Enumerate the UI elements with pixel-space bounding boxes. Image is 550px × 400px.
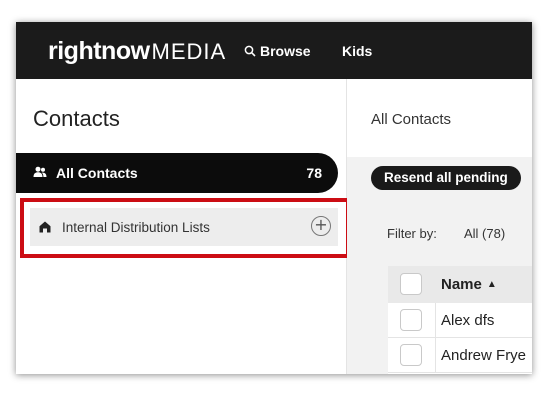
filter-label: Filter by: xyxy=(387,226,437,241)
highlight-box: Internal Distribution Lists + xyxy=(20,198,350,258)
sidebar-item-internal-distribution-lists[interactable]: Internal Distribution Lists + xyxy=(30,208,338,246)
filter-dropdown[interactable]: All (78) xyxy=(464,226,505,241)
search-icon xyxy=(244,45,256,57)
sort-ascending-icon: ▲ xyxy=(486,279,497,290)
contacts-count: 78 xyxy=(306,165,322,181)
logo-strong-text: rightnow xyxy=(48,37,150,65)
column-divider xyxy=(435,303,436,338)
logo-light-text: MEDIA xyxy=(151,39,227,64)
top-navigation: rightnowMEDIA Browse Kids xyxy=(16,22,532,79)
select-all-checkbox[interactable] xyxy=(400,273,422,295)
table-row[interactable]: Alex dfs xyxy=(388,303,532,338)
nav-browse-label: Browse xyxy=(260,43,311,59)
nav-kids[interactable]: Kids xyxy=(342,43,372,59)
main-body: Resend all pending Filter by: All (78) N… xyxy=(347,157,532,374)
contact-name: Andrew Frye xyxy=(441,347,527,364)
column-divider xyxy=(435,338,436,373)
home-icon xyxy=(39,221,51,233)
sidebar-item-label: All Contacts xyxy=(56,165,138,181)
table-header: Name ▲ xyxy=(388,266,532,303)
table-row[interactable]: Andrew Frye xyxy=(388,338,532,373)
app-window: rightnowMEDIA Browse Kids Contacts All C… xyxy=(16,22,532,374)
people-icon xyxy=(33,166,47,177)
sidebar-item-all-contacts[interactable]: All Contacts 78 xyxy=(16,153,338,193)
name-column-header[interactable]: Name ▲ xyxy=(441,276,497,293)
sidebar-item-label: Internal Distribution Lists xyxy=(62,220,210,235)
page-title: All Contacts xyxy=(371,111,452,128)
name-column-label: Name xyxy=(441,276,482,293)
rightnow-media-logo[interactable]: rightnowMEDIA xyxy=(48,37,226,67)
nav-browse[interactable]: Browse xyxy=(244,43,311,59)
plus-circle-icon[interactable]: + xyxy=(311,216,331,236)
resend-all-pending-button[interactable]: Resend all pending xyxy=(371,166,521,190)
contacts-sidebar: Contacts All Contacts 78 Internal Distri… xyxy=(16,79,350,374)
contacts-table: Name ▲ Alex dfs Andrew Frye xyxy=(388,266,532,374)
sidebar-title: Contacts xyxy=(33,106,120,131)
main-header: All Contacts xyxy=(347,79,532,157)
row-checkbox[interactable] xyxy=(400,344,422,366)
row-checkbox[interactable] xyxy=(400,309,422,331)
contact-name: Alex dfs xyxy=(441,312,495,329)
main-panel: All Contacts Resend all pending Filter b… xyxy=(347,79,532,374)
